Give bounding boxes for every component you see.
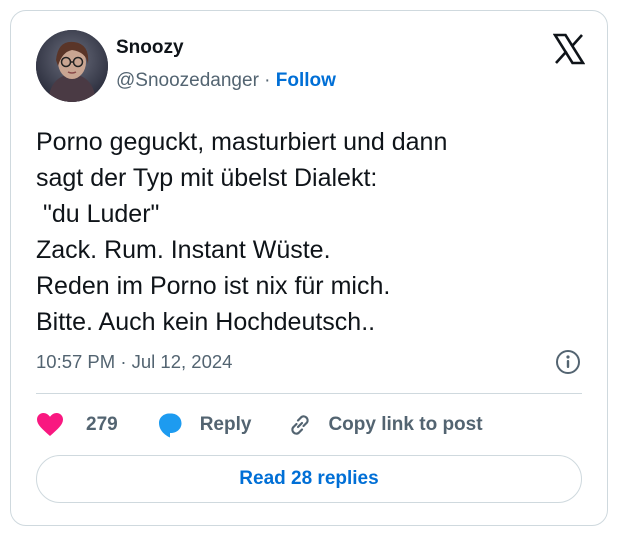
author-name[interactable]: Snoozy: [116, 37, 184, 59]
info-icon[interactable]: [555, 349, 581, 375]
x-logo-icon[interactable]: [552, 33, 586, 65]
author-handle-row: @Snoozedanger · Follow: [116, 70, 336, 92]
like-button[interactable]: 279: [36, 412, 118, 438]
read-replies-button[interactable]: Read 28 replies: [36, 455, 582, 503]
copy-link-button[interactable]: Copy link to post: [286, 411, 483, 439]
copy-link-label: Copy link to post: [328, 414, 483, 435]
tweet-time[interactable]: 10:57 PM: [36, 351, 115, 372]
avatar[interactable]: [36, 30, 108, 102]
heart-icon: [37, 413, 63, 436]
handle-separator: ·: [258, 70, 276, 91]
tweet-date[interactable]: Jul 12, 2024: [132, 351, 233, 372]
reply-button[interactable]: Reply: [156, 411, 252, 439]
avatar-image: [36, 30, 108, 102]
like-count: 279: [86, 414, 118, 435]
tweet-text: Porno geguckt, masturbiert und dann sagt…: [36, 128, 448, 336]
link-icon: [291, 415, 310, 435]
timestamp[interactable]: 10:57 PM · Jul 12, 2024: [36, 351, 232, 373]
reply-bubble-icon: [158, 413, 182, 438]
author-handle[interactable]: @Snoozedanger: [116, 70, 259, 91]
divider: [36, 393, 582, 394]
action-bar: 279 Reply Copy link to post: [36, 409, 483, 441]
reply-label: Reply: [199, 414, 252, 435]
tweet-card: Snoozy @Snoozedanger · Follow Porno gegu…: [10, 10, 608, 526]
date-separator: ·: [115, 351, 132, 372]
follow-button[interactable]: Follow: [276, 70, 336, 91]
